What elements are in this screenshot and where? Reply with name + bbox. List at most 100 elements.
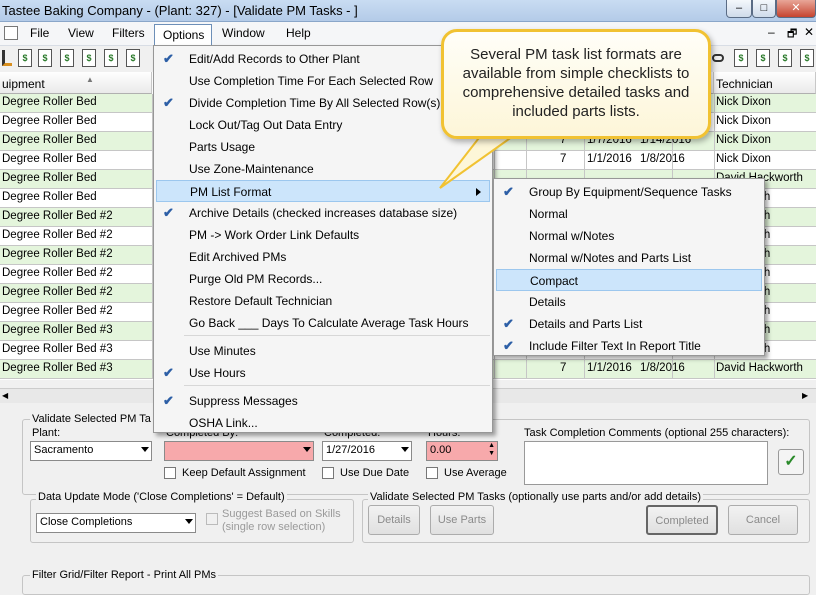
menu-item[interactable]: ✔ Divide Completion Time By All Selected … (156, 92, 490, 114)
submenu-item[interactable]: Compact (496, 269, 762, 291)
column-divider (714, 360, 715, 378)
column-header-equipment[interactable]: uipment (0, 72, 152, 94)
submenu-item[interactable]: ✔ Include Filter Text In Report Title (496, 335, 762, 357)
menu-item[interactable]: Purge Old PM Records... (156, 268, 490, 290)
report-icon[interactable]: $ (60, 49, 74, 67)
menu-separator (184, 335, 490, 336)
scroll-right-icon[interactable]: ▶ (802, 391, 808, 400)
hours-stepper[interactable]: 0.00 ▲ ▼ (426, 441, 498, 461)
completed-by-select[interactable] (164, 441, 314, 461)
menu-item[interactable]: ✔ Edit/Add Records to Other Plant (156, 48, 490, 70)
use-average-checkbox[interactable] (426, 467, 438, 479)
plant-value: Sacramento (34, 444, 94, 456)
submenu-item[interactable]: Normal w/Notes (496, 225, 762, 247)
menu-item[interactable]: OSHA Link... (156, 412, 490, 434)
completed-date-picker[interactable]: 1/27/2016 (322, 441, 412, 461)
menu-item-label: Edit/Add Records to Other Plant (189, 52, 360, 66)
spin-arrows-icon[interactable]: ▲ ▼ (488, 442, 495, 458)
report-icon[interactable]: $ (104, 49, 118, 67)
menu-item[interactable]: ✔ Use Hours (156, 362, 490, 384)
report-icon[interactable]: $ (756, 49, 770, 67)
app-icon[interactable] (4, 26, 18, 40)
column-header-technician[interactable]: Technician (714, 72, 816, 94)
submenu-item[interactable]: Normal w/Notes and Parts List (496, 247, 762, 269)
keep-default-checkbox[interactable] (164, 467, 176, 479)
menu-item[interactable]: Use Minutes (156, 340, 490, 362)
report-icon[interactable]: $ (38, 49, 52, 67)
broom-icon[interactable] (2, 50, 12, 66)
technician-cell: Nick Dixon (716, 96, 771, 108)
close-button[interactable]: ✕ (776, 0, 816, 18)
menu-item-label: Use Zone-Maintenance (189, 162, 314, 176)
check-icon: ✔ (163, 95, 174, 110)
use-due-date-checkbox[interactable] (322, 467, 334, 479)
single-row-label: (single row selection) (222, 521, 326, 533)
cancel-button[interactable]: Cancel (728, 505, 798, 535)
sort-arrow-icon: ▲ (86, 75, 94, 84)
menu-file[interactable]: File (30, 26, 49, 40)
equipment-cell: Degree Roller Bed #2 (2, 210, 113, 222)
scroll-left-icon[interactable]: ◀ (2, 391, 8, 400)
plant-label: Plant: (32, 427, 61, 439)
completed-button[interactable]: Completed (646, 505, 718, 535)
confirm-check-button[interactable]: ✓ (778, 449, 804, 475)
comments-label: Task Completion Comments (optional 255 c… (524, 427, 790, 439)
equipment-cell: Degree Roller Bed #3 (2, 362, 113, 374)
submenu-item[interactable]: Details (496, 291, 762, 313)
menu-item-label: Go Back ___ Days To Calculate Average Ta… (189, 316, 469, 330)
menu-view[interactable]: View (68, 26, 94, 40)
comments-textarea[interactable] (524, 441, 768, 485)
menu-item[interactable]: Edit Archived PMs (156, 246, 490, 268)
maximize-button[interactable]: □ (752, 0, 776, 18)
filter-group-label: Filter Grid/Filter Report - Print All PM… (30, 569, 218, 581)
menu-item[interactable]: ✔ Archive Details (checked increases data… (156, 202, 490, 224)
mdi-close-button[interactable]: ✕ (804, 25, 814, 39)
menu-help[interactable]: Help (286, 26, 311, 40)
column-divider (526, 360, 527, 378)
menu-options-label: Options (163, 28, 205, 42)
minimize-button[interactable]: – (726, 0, 752, 18)
equipment-cell: Degree Roller Bed (2, 191, 97, 203)
submenu-item[interactable]: ✔ Details and Parts List (496, 313, 762, 335)
report-icon[interactable]: $ (778, 49, 792, 67)
report-icon[interactable]: $ (126, 49, 140, 67)
menu-item[interactable]: Restore Default Technician (156, 290, 490, 312)
technician-cell: Nick Dixon (716, 134, 771, 146)
equipment-cell: Degree Roller Bed #3 (2, 343, 113, 355)
report-icon[interactable]: $ (18, 49, 32, 67)
submenu-item[interactable]: ✔ Group By Equipment/Sequence Tasks (496, 181, 762, 203)
callout-pointer (439, 133, 520, 189)
column-divider (714, 132, 715, 150)
menu-item[interactable]: Go Back ___ Days To Calculate Average Ta… (156, 312, 490, 334)
mdi-minimize-button[interactable]: – (768, 25, 775, 39)
use-parts-button[interactable]: Use Parts (430, 505, 494, 535)
menu-options[interactable]: Options (154, 24, 212, 46)
technician-cell: Nick Dixon (716, 115, 771, 127)
link-icon[interactable] (712, 54, 724, 62)
check-icon: ✔ (503, 338, 514, 353)
data-update-select[interactable]: Close Completions (36, 513, 196, 533)
equipment-cell: Degree Roller Bed (2, 96, 97, 108)
equipment-cell: Degree Roller Bed (2, 134, 97, 146)
menu-item[interactable]: Use Completion Time For Each Selected Ro… (156, 70, 490, 92)
submenu-item-label: Normal w/Notes and Parts List (529, 251, 692, 265)
menu-window[interactable]: Window (222, 26, 265, 40)
title-bar: Tastee Baking Company - (Plant: 327) - [… (0, 0, 816, 22)
submenu-item-label: Details and Parts List (529, 317, 643, 331)
report-icon[interactable]: $ (82, 49, 96, 67)
suggest-skills-checkbox[interactable] (206, 513, 218, 525)
menu-filters[interactable]: Filters (112, 26, 145, 40)
mdi-restore-button[interactable]: 🗗 (787, 25, 797, 44)
menu-item[interactable]: PM -> Work Order Link Defaults (156, 224, 490, 246)
report-icon[interactable]: $ (800, 49, 814, 67)
plant-select[interactable]: Sacramento (30, 441, 152, 461)
report-icon[interactable]: $ (734, 49, 748, 67)
chevron-down-icon (303, 447, 311, 452)
column-divider (584, 151, 585, 169)
equipment-cell: Degree Roller Bed (2, 172, 97, 184)
submenu-item[interactable]: Normal (496, 203, 762, 225)
details-button[interactable]: Details (368, 505, 420, 535)
equipment-cell: Degree Roller Bed #2 (2, 286, 113, 298)
menu-item-label: Archive Details (checked increases datab… (189, 206, 458, 220)
menu-item[interactable]: ✔ Suppress Messages (156, 390, 490, 412)
